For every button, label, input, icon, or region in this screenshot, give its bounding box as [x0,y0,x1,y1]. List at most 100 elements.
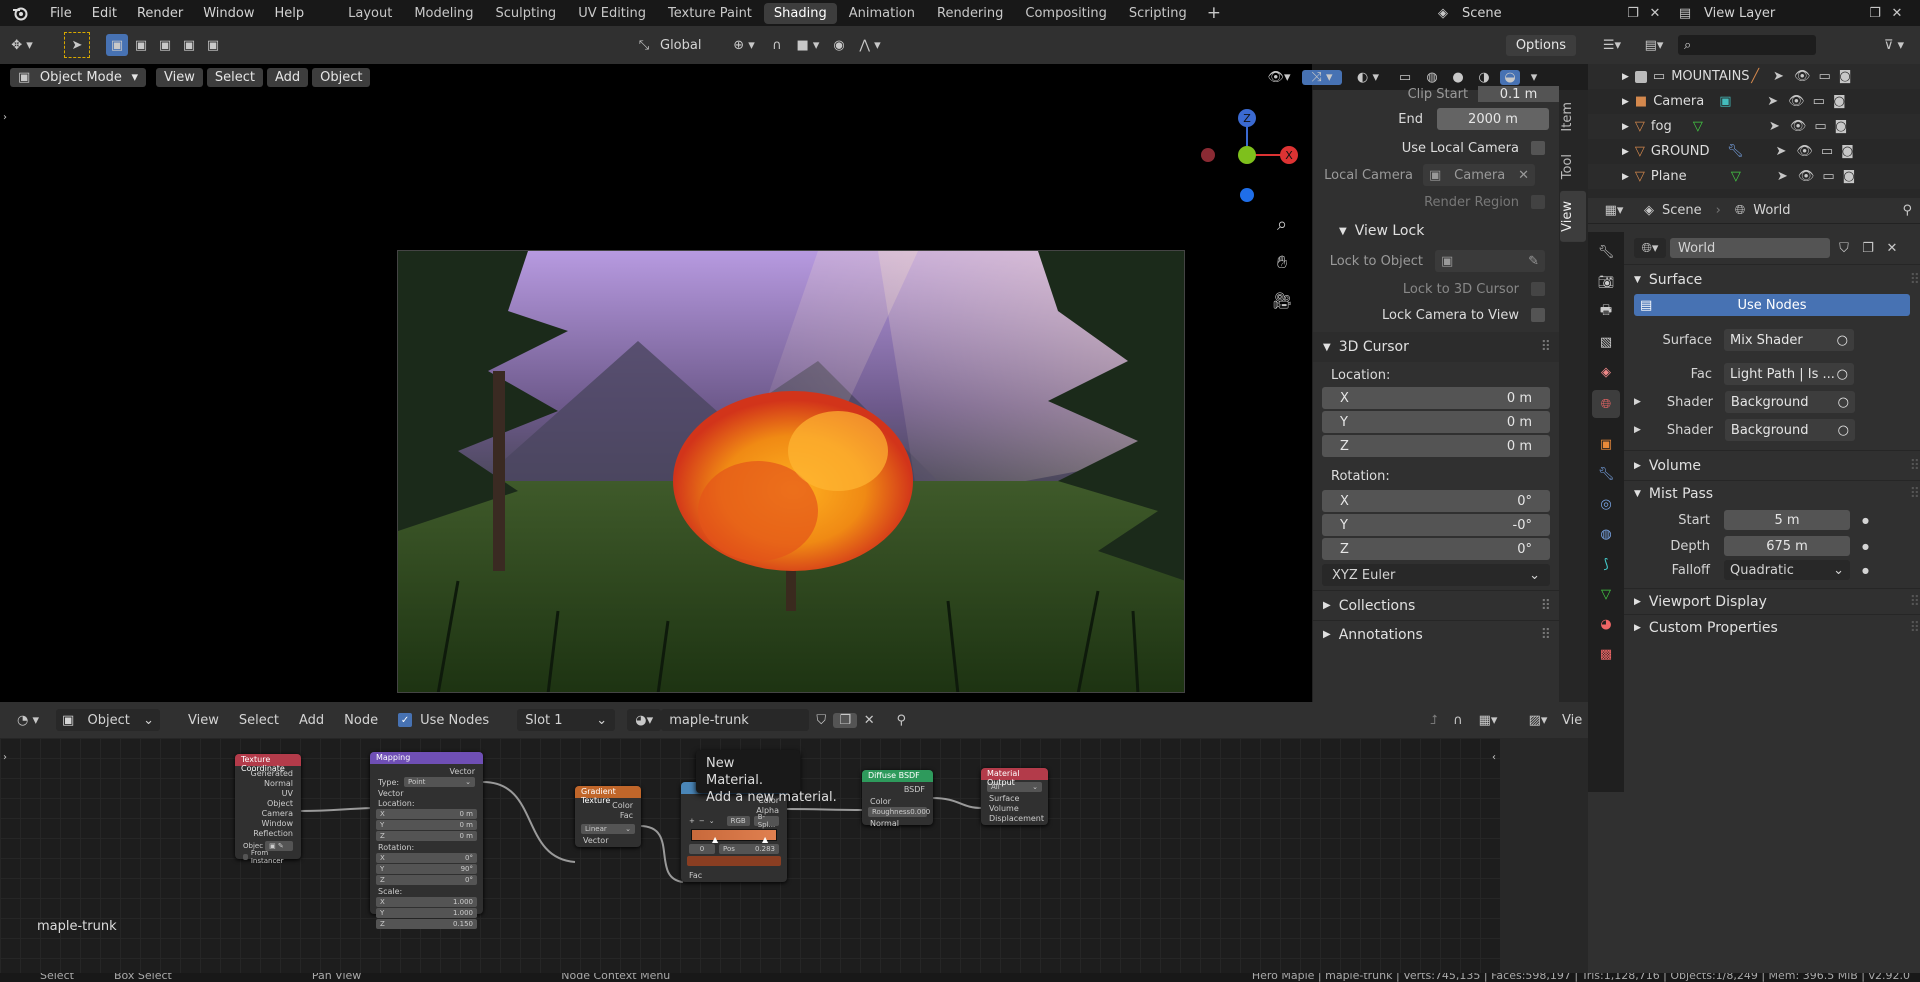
socket-vector-out[interactable]: Vector [370,766,483,776]
expand-toolbar-icon[interactable]: › [0,752,10,763]
outliner-row[interactable]: ▶ ■ Camera ▣ ➤ 👁︎ ▭ ◙ [1588,89,1920,114]
unlink-icon[interactable]: ✕ [1882,241,1902,256]
surface-header[interactable]: ▼ Surface ⠿ [1624,264,1920,294]
mist-start-field[interactable]: 5 m [1724,510,1850,530]
node-header[interactable]: Mapping [370,752,483,764]
surface-shader-field[interactable]: Mix Shader ○ [1724,329,1854,351]
camera-render-icon[interactable]: ◙ [1839,69,1852,84]
shader2-field[interactable]: Background ○ [1724,419,1855,441]
solid-shading-icon[interactable]: ● [1448,70,1468,85]
eye-icon[interactable]: 👁︎ [1788,94,1805,109]
tab-animation[interactable]: Animation [839,3,925,24]
socket-displacement[interactable]: Displacement [981,813,1048,823]
parent-tree-icon[interactable]: ⮥ [1422,713,1446,728]
select-cursor-icon[interactable]: ➤ [1767,94,1778,109]
menu-window[interactable]: Window [193,6,264,21]
menu-render[interactable]: Render [127,6,193,21]
tab-scripting[interactable]: Scripting [1119,3,1197,24]
snap-target-icon[interactable]: ■ ▾ [790,38,826,53]
select-tool-icon[interactable]: ➤ [64,32,90,58]
clear-icon[interactable]: ✕ [1518,168,1529,183]
stop-color-swatch[interactable] [687,856,781,866]
pin-icon[interactable]: ⚲ [889,713,913,728]
location-y-field[interactable]: Y0 m [1322,411,1550,433]
outliner-row[interactable]: ▶ ▭ MOUNTAINS ╱ ➤ 👁︎ ▭ ◙ [1588,64,1920,89]
menu-add[interactable]: Add [266,67,309,87]
socket-uv[interactable]: UV [235,788,301,798]
menu-object[interactable]: Object [312,67,371,87]
outliner-search-input[interactable]: ⌕ [1678,35,1816,55]
neg-z-axis-icon[interactable] [1240,188,1254,202]
world-browse-icon[interactable]: 🌐︎▾ [1634,238,1666,258]
zoom-icon[interactable]: ⌕ [1268,210,1296,238]
properties-editor-icon[interactable]: ▦▾ [1596,203,1632,218]
node-texture-coordinate[interactable]: Texture Coordinate Generated Normal UV O… [235,754,301,865]
drag-handle-icon[interactable]: ⠿ [1910,486,1920,502]
camera-render-icon[interactable]: ◙ [1833,94,1846,109]
modifier-tab-icon[interactable]: 🔧︎ [1598,462,1615,486]
sidebar-editor-icon[interactable]: ▨▾ [1520,713,1556,728]
menu-file[interactable]: File [40,6,82,21]
socket-volume[interactable]: Volume [981,803,1048,813]
remove-stop-icon[interactable]: − [699,817,705,825]
socket-color[interactable]: Color [862,796,933,806]
tab-sculpting[interactable]: Sculpting [485,3,566,24]
node-diffuse-bsdf[interactable]: Diffuse BSDF BSDF Color Roughness 0.000 N… [862,770,933,828]
fake-user-icon[interactable]: ⛉ [1834,241,1854,256]
particles-tab-icon[interactable]: ◎ [1600,492,1611,516]
annotations-header[interactable]: ▶ Annotations ⠿ [1313,620,1559,648]
collapse-sidebar-icon[interactable]: ‹ [1488,752,1500,763]
snap-mode-icon[interactable]: ▦▾ [1470,713,1506,728]
select-cursor-icon[interactable]: ➤ [1773,69,1784,84]
object-type-dropdown[interactable]: ▣ Object ⌄ [56,709,160,731]
camera-view-icon[interactable]: 🎥︎ [1268,286,1296,314]
viewport-display-header[interactable]: ▶ Viewport Display ⠿ [1624,588,1920,614]
keyframe-dot-icon[interactable]: ● [1862,542,1869,551]
physics-tab-icon[interactable]: ◍ [1600,522,1611,546]
pan-hand-icon[interactable]: ✋︎ [1268,248,1296,276]
fake-user-icon[interactable]: ⛉ [809,713,833,728]
socket-object[interactable]: Object [235,798,301,808]
world-name-field[interactable]: World [1670,238,1830,258]
socket-reflection[interactable]: Reflection [235,828,301,838]
eye-icon[interactable]: 👁︎ [1796,144,1813,159]
gizmo-icon[interactable]: ⤨ ▾ [1302,69,1342,85]
tab-uv-editing[interactable]: UV Editing [568,3,656,24]
tab-rendering[interactable]: Rendering [927,3,1013,24]
use-nodes-button[interactable]: ▤ Use Nodes [1634,294,1910,316]
expand-arrow-icon[interactable]: ▶ [1622,97,1629,107]
volume-header[interactable]: ▶ Volume ⠿ [1624,450,1920,480]
close-icon[interactable]: ✕ [1644,6,1666,21]
data-tab-icon[interactable]: ▽ [1601,582,1611,606]
select-cursor-icon[interactable]: ➤ [1769,119,1780,134]
add-stop-icon[interactable]: + [689,817,695,825]
material-name-field[interactable]: maple-trunk [661,709,810,731]
drag-handle-icon[interactable]: ⠿ [1910,458,1920,474]
lock-camera-checkbox[interactable] [1531,308,1545,322]
render-region-checkbox[interactable] [1531,195,1545,209]
roughness-field[interactable]: Roughness 0.000 [868,807,930,817]
rotation-x-field[interactable]: X 0° [1322,490,1550,512]
socket-normal[interactable]: Normal [862,818,933,828]
menu-view[interactable]: View [156,67,203,87]
select-intersect-icon[interactable]: ▣ [202,34,224,56]
tab-modeling[interactable]: Modeling [404,3,483,24]
clip-end-field[interactable]: 2000 m [1437,108,1549,130]
new-world-icon[interactable]: ❐ [1858,241,1878,256]
mist-depth-field[interactable]: 675 m [1724,536,1850,556]
scene-selector[interactable]: ◈ Scene ❐ ✕ [1430,0,1666,26]
local-camera-field[interactable]: ▣ Camera ✕ [1423,164,1535,186]
3d-viewport[interactable] [0,64,1312,702]
material-tab-icon[interactable]: ◕ [1600,612,1611,636]
monitor-icon[interactable]: ▭ [1821,144,1833,159]
use-local-camera-checkbox[interactable] [1531,141,1545,155]
map-scale-y[interactable]: Y 1.000 [376,908,477,918]
select-extend-icon[interactable]: ▣ [130,34,152,56]
node-header[interactable]: Gradient Texture [575,786,641,805]
expand-arrow-icon[interactable]: ▶ [1622,147,1629,157]
new-material-icon[interactable]: ❐ [833,712,858,728]
fac-field[interactable]: Light Path | Is ... ○ [1724,363,1854,385]
outliner-row[interactable]: ▶ ▽ fog ▽ ➤ 👁︎ ▭ ◙ [1588,114,1920,139]
eyedropper-icon[interactable]: ✎ [1528,254,1539,269]
menu-help[interactable]: Help [265,6,315,21]
